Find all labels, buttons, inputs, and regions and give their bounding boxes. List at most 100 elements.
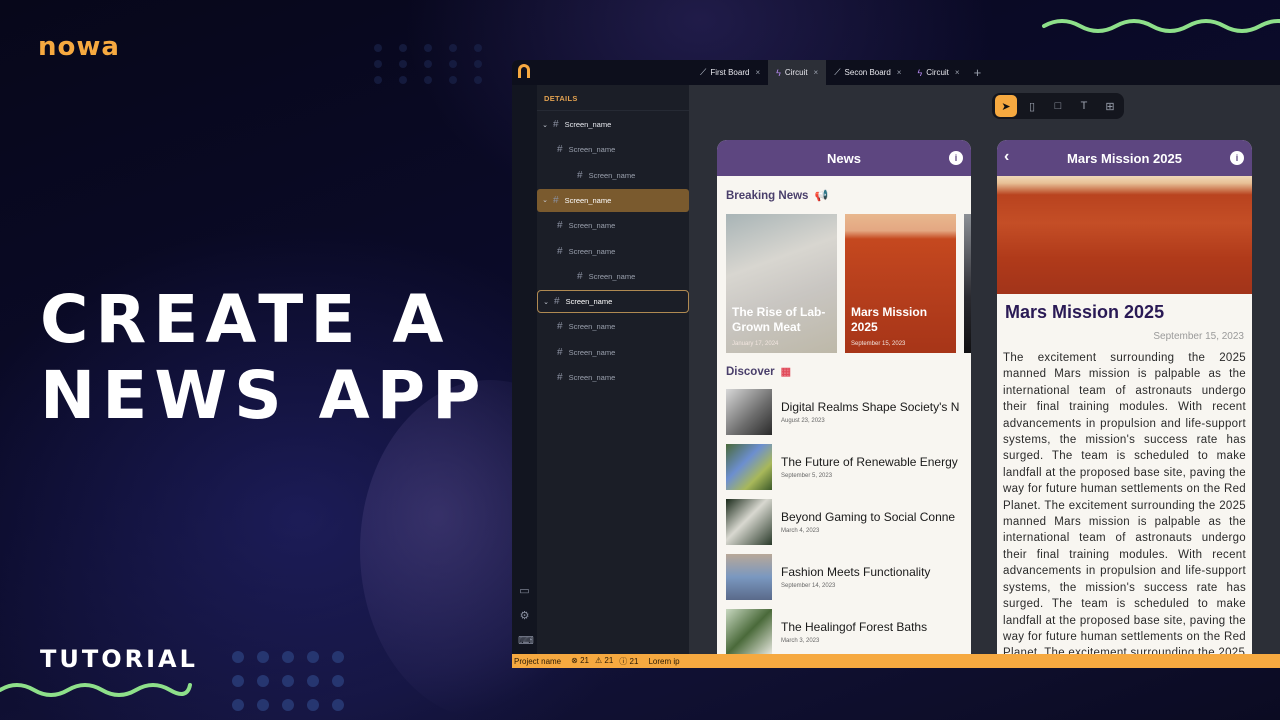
close-icon[interactable]: × [955,68,960,77]
side-rail: ▭ ⚙ ⌨ [512,85,537,660]
warning-count: ⚠ 21 [594,655,614,665]
tree-item-label: Screen_name [565,297,613,307]
tree-item-label: Screen_name [564,120,612,129]
tree-item-screen[interactable]: # Screen_name [537,315,689,338]
tree-item-screen[interactable]: # Screen_name [537,366,689,389]
tree-item-screen[interactable]: # Screen_name [537,138,689,161]
bolt-icon: ϟ [917,67,923,78]
tree-item-label: Screen_name [564,195,612,205]
pen-icon: ⟋ [700,67,707,77]
keyboard-icon[interactable]: ⌨ [518,635,534,648]
details-panel: DETAILS ⌄ # Screen_name # Screen_name # Screen… [537,85,689,660]
tab-label: Secon Board [844,68,891,77]
add-tab-button[interactable]: + [968,60,988,85]
decor-dots-top [370,40,495,88]
panel-title: DETAILS [537,85,689,111]
discover-list-item[interactable]: The Future of Renewable Energy September … [726,439,971,494]
tab-circuit-active[interactable]: ϟ Circuit × [768,60,827,85]
news-screen[interactable]: News i Breaking News 📢 The Rise of Lab-G… [717,140,971,668]
canvas-toolbar: ➤ ▯ □ T ⊞ [992,93,1124,119]
discover-item-text: Beyond Gaming to Social Conne March 4, 20… [781,510,955,534]
discover-item-date: September 5, 2023 [781,472,833,479]
discover-item-title: Fashion Meets Functionality [781,564,931,579]
discover-list-item[interactable]: Beyond Gaming to Social Conne March 4, 20… [726,494,971,549]
hero-line-2: NEWS APP [40,357,488,434]
tree-item-label: Screen_name [568,221,616,231]
breaking-news-carousel[interactable]: The Rise of Lab-Grown Meat January 17, 2… [726,214,971,353]
tree-item-label: Screen_name [588,271,636,281]
tree-item-screen[interactable]: # Screen_name [537,240,689,263]
article-thumbnail [726,553,772,600]
square-icon: □ [1054,100,1062,112]
breaking-news-label: Breaking News [726,189,809,202]
close-icon[interactable]: × [814,68,819,77]
tab-label: Circuit [926,68,949,77]
hash-frame-icon: # [553,194,559,206]
pen-icon: ⟋ [834,67,841,77]
chevron-down-icon[interactable]: ⌄ [541,298,551,306]
breaking-card[interactable]: The Rise of Lab-Grown Meat January 17, 2… [726,214,837,353]
tree-item-screen[interactable]: # Screen_name [537,164,689,187]
frame-tool[interactable]: □ [1047,95,1069,117]
discover-item-date: March 3, 2023 [781,637,820,644]
close-icon[interactable]: × [755,68,760,77]
info-icon[interactable]: i [1230,151,1244,165]
tree-item-screen[interactable]: # Screen_name [537,265,689,288]
components-tool[interactable]: ⊞ [1099,95,1121,117]
device-tool[interactable]: ▯ [1021,95,1043,117]
discover-item-title: The Future of Renewable Energy [781,454,958,469]
discover-item-text: The Future of Renewable Energy September … [781,455,958,479]
nowa-logo: nowa [38,32,120,62]
tree-item-screen[interactable]: # Screen_name [537,341,689,364]
article-thumbnail [726,498,772,545]
nowa-app-icon[interactable] [518,64,530,78]
hash-frame-icon: # [557,220,563,232]
breaking-card[interactable]: Mars Mission 2025 September 15, 2023 [845,214,956,353]
folder-icon[interactable]: ▭ [518,585,531,598]
info-icon[interactable]: i [949,151,963,165]
discover-list: Digital Realms Shape Society's N August 2… [717,384,971,668]
tree-item-screen[interactable]: ⌄ # Screen_name [537,113,689,136]
close-icon[interactable]: × [897,68,902,77]
tab-first-board[interactable]: ⟋ First Board × [692,60,768,85]
detail-screen[interactable]: ‹ Mars Mission 2025 i Mars Mission 2025 … [997,140,1252,668]
project-name[interactable]: Project name [514,657,561,666]
gear-icon[interactable]: ⚙ [518,610,531,623]
cursor-icon: ➤ [1001,100,1011,113]
editor-topbar: ⟋ First Board × ϟ Circuit × ⟋ Secon Boar… [512,60,1280,85]
tree-item-screen[interactable]: ⌄ # Screen_name [537,188,689,212]
text-tool[interactable]: T [1073,95,1095,117]
hash-frame-icon: # [577,270,583,282]
tree-item-label: Screen_name [568,347,616,357]
discover-list-item[interactable]: The Healingof Forest Baths March 3, 2023 [726,604,971,659]
breaking-news-heading: Breaking News 📢 [726,189,971,203]
breaking-card-partial[interactable] [964,214,971,353]
diagnostics-counts[interactable]: ⊗ 21 ⚠ 21 ⓘ 21 [571,656,638,667]
bolt-icon: ϟ [776,67,781,78]
chevron-down-icon[interactable]: ⌄ [540,121,550,129]
tree-item-screen[interactable]: ⌄ # Screen_name [537,290,689,314]
discover-list-item[interactable]: Digital Realms Shape Society's N August 2… [726,384,971,439]
hash-frame-icon: # [553,119,559,130]
tab-label: First Board [710,68,750,77]
tree-item-label: Screen_name [568,145,616,155]
error-count: ⊗ 21 [571,655,589,665]
discover-list-item[interactable]: Fashion Meets Functionality September 14,… [726,549,971,604]
mars-hero-image [997,176,1252,294]
hash-frame-icon: # [557,346,563,358]
tab-secon-board[interactable]: ⟋ Secon Board × [826,60,909,85]
chevron-down-icon[interactable]: ⌄ [540,196,550,204]
tab-circuit[interactable]: ϟ Circuit × [909,60,967,85]
widgets-icon: ⊞ [1105,100,1115,113]
calendar-icon: ▦ [780,366,791,378]
status-bar: Project name ⊗ 21 ⚠ 21 ⓘ 21 Lorem ip [512,654,1280,668]
tree-item-screen[interactable]: # Screen_name [537,214,689,237]
article-thumbnail [726,388,772,435]
hash-frame-icon: # [554,296,560,308]
select-tool[interactable]: ➤ [995,95,1017,117]
phone-icon: ▯ [1028,100,1036,113]
detail-header-title: Mars Mission 2025 [1067,150,1182,166]
discover-heading: Discover ▦ [726,365,971,379]
error-icon: ⊗ [571,655,578,665]
back-arrow-icon[interactable]: ‹ [1004,148,1009,166]
